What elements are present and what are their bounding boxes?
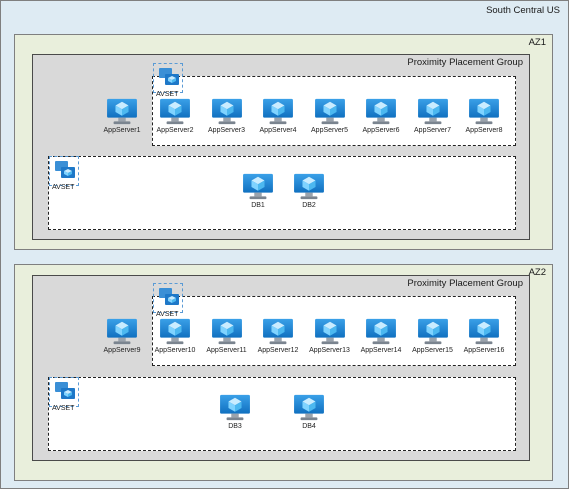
vm-label: AppServer16 <box>463 347 505 354</box>
proximity-placement-group: Proximity Placement Group AppServer9 AppSe… <box>32 275 530 461</box>
ppg-label: Proximity Placement Group <box>407 57 523 68</box>
vm-label: DB4 <box>302 423 316 430</box>
app-server-vm[interactable]: AppServer16 <box>454 318 514 354</box>
ppg-label: Proximity Placement Group <box>407 278 523 289</box>
proximity-placement-group: Proximity Placement Group AppServer1 AppSe… <box>32 54 530 240</box>
db-server-vm[interactable]: DB4 <box>279 394 339 430</box>
avset-label: AVSET <box>156 311 179 318</box>
availability-set-badge[interactable] <box>49 377 79 407</box>
avset-label: AVSET <box>52 405 75 412</box>
vm-label: DB3 <box>228 423 242 430</box>
availability-set-badge[interactable] <box>49 156 79 186</box>
availability-zone: AZ2 Proximity Placement Group AppServer9 Ap… <box>14 264 553 481</box>
vm-label: DB2 <box>302 202 316 209</box>
vm-label: AppServer8 <box>465 127 503 134</box>
avset-label: AVSET <box>52 184 75 191</box>
db-server-vm[interactable]: DB2 <box>279 173 339 209</box>
virtual-machine-icon <box>454 318 514 346</box>
region-label: South Central US <box>486 5 560 16</box>
app-server-vm[interactable]: AppServer8 <box>454 98 514 134</box>
vm-label: AppServer1 <box>103 127 141 134</box>
avset-label: AVSET <box>156 91 179 98</box>
standalone-vm[interactable]: AppServer9 <box>92 318 152 354</box>
virtual-machine-icon <box>454 98 514 126</box>
availability-set-badge[interactable] <box>153 283 183 313</box>
virtual-machine-icon <box>279 173 339 201</box>
virtual-machine-icon <box>279 394 339 422</box>
virtual-machine-icon <box>205 394 265 422</box>
availability-zone: AZ1 Proximity Placement Group AppServer1 Ap… <box>14 34 553 250</box>
db-server-vm[interactable]: DB3 <box>205 394 265 430</box>
virtual-machine-icon <box>92 98 152 126</box>
vm-label: AppServer9 <box>103 347 141 354</box>
zone-label: AZ2 <box>528 267 546 278</box>
zone-label: AZ1 <box>528 37 546 48</box>
virtual-machine-icon <box>92 318 152 346</box>
availability-set-badge[interactable] <box>153 63 183 93</box>
standalone-vm[interactable]: AppServer1 <box>92 98 152 134</box>
